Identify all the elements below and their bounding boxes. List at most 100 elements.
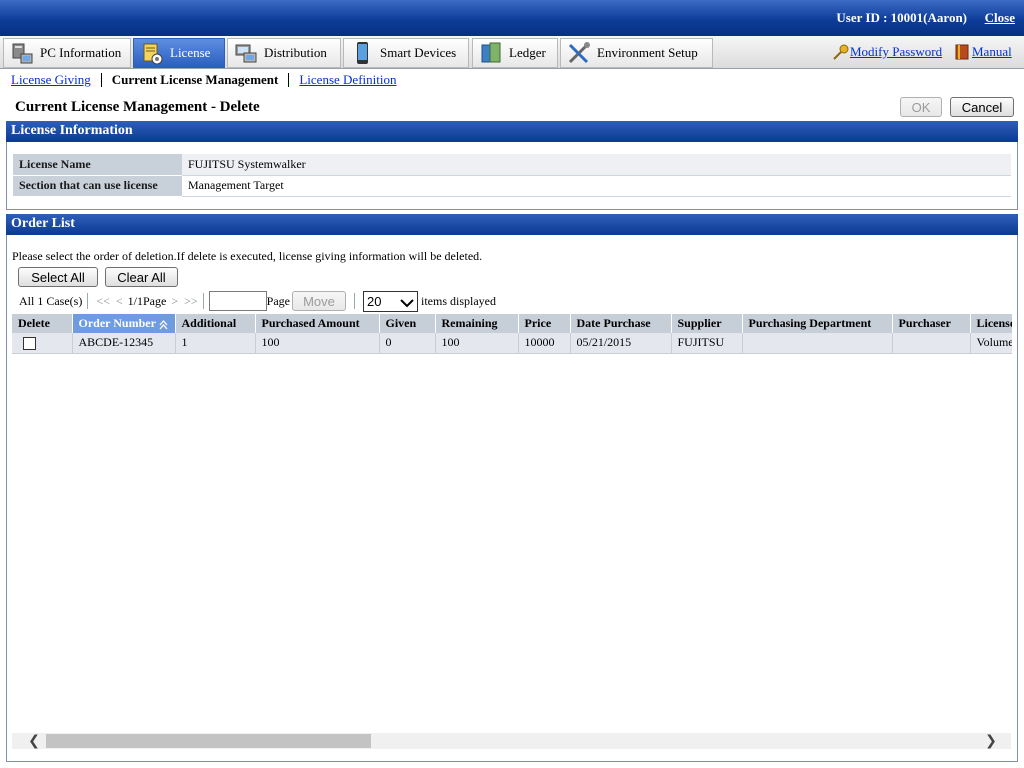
menu-label: Environment Setup [597,45,698,60]
purchased-amount-cell: 100 [255,333,380,354]
manual-area[interactable]: Manual [954,44,1012,60]
menu-label: Distribution [264,45,327,60]
license-name-value: FUJITSU Systemwalker [182,154,1011,176]
license-name-label: License Name [13,154,182,176]
menu-ledger[interactable]: Ledger [472,38,558,68]
menu-smart-devices[interactable]: Smart Devices [343,38,469,68]
license-definition-link[interactable]: License Definition [299,72,396,88]
given-cell: 0 [379,333,436,354]
menu-label: Ledger [509,45,546,60]
ok-button[interactable]: OK [900,97,942,117]
column-header-order-number[interactable]: Order Number [72,314,176,333]
items-per-page-value: 20 [366,293,382,309]
distribution-icon [234,41,258,65]
manual-link[interactable]: Manual [972,44,1012,60]
column-header-price[interactable]: Price [518,314,571,333]
page-label: Page [266,293,290,308]
divider [288,73,290,87]
sort-ascending-icon [159,319,168,330]
prev-page-link[interactable]: < [116,294,123,309]
modify-password-area[interactable]: Modify Password [832,44,942,60]
divider [353,293,355,309]
column-header-remaining[interactable]: Remaining [435,314,519,333]
column-header-purchaser[interactable]: Purchaser [892,314,971,333]
last-page-link[interactable]: >> [184,294,198,309]
move-button[interactable]: Move [291,291,346,311]
chevron-left-icon[interactable]: ❮ [24,733,44,749]
purchasing-department-cell [742,333,893,354]
sub-navigation: License Giving Current License Managemen… [11,72,396,88]
menu-label: Smart Devices [380,45,457,60]
pager: All 1 Case(s) << < 1/1Page > >> Page Mov… [19,290,496,312]
first-page-link[interactable]: << [96,294,110,309]
order-list-header: Order List [6,214,1018,235]
page-info: 1/1Page [127,293,167,308]
menu-environment-setup[interactable]: Environment Setup [560,38,713,68]
column-header-delete[interactable]: Delete [12,314,73,333]
price-cell: 10000 [518,333,571,354]
date-purchase-cell: 05/21/2015 [570,333,672,354]
clear-all-button[interactable]: Clear All [105,267,178,287]
info-row: Section that can use license Management … [13,175,1011,197]
user-id-label: User ID : 10001(Aaron) [836,10,967,25]
order-list-description: Please select the order of deletion.If d… [12,249,483,263]
order-grid: Delete Order Number Additional Purchased… [12,314,1012,354]
page-title: Current License Management - Delete [15,99,260,115]
menu-label: License [170,45,211,60]
page-number-input[interactable] [208,291,267,311]
order-number-cell: ABCDE-12345 [72,333,176,354]
key-icon [832,44,850,60]
supplier-cell: FUJITSU [671,333,743,354]
license-giving-link[interactable]: License Giving [11,72,91,88]
cancel-button[interactable]: Cancel [950,97,1014,117]
column-header-license[interactable]: License [970,314,1012,333]
horizontal-scrollbar[interactable]: ❮ ❯ [12,733,1011,749]
remaining-cell: 100 [435,333,519,354]
pc-icon [10,41,34,65]
divider [100,73,102,87]
menu-bar: PC Information License Distribution Smar… [0,36,1024,69]
next-page-link[interactable]: > [171,294,178,309]
select-all-button[interactable]: Select All [18,267,98,287]
column-header-given[interactable]: Given [379,314,436,333]
items-displayed-label: items displayed [420,293,496,308]
menu-license[interactable]: License [133,38,225,68]
section-label: Section that can use license [13,175,182,197]
divider [87,293,89,309]
column-header-label: Order Number [78,316,156,330]
column-header-additional[interactable]: Additional [175,314,256,333]
chevron-down-icon [400,296,414,308]
delete-cell [12,333,73,354]
tools-icon [567,41,591,65]
info-row: License Name FUJITSU Systemwalker [13,154,1011,176]
column-header-supplier[interactable]: Supplier [671,314,743,333]
column-header-purchasing-department[interactable]: Purchasing Department [742,314,893,333]
items-per-page-select[interactable]: 20 [362,290,418,312]
modify-password-link[interactable]: Modify Password [850,44,942,60]
menu-label: PC Information [40,45,122,60]
license-information-header: License Information [6,121,1018,142]
close-link[interactable]: Close [985,10,1015,26]
additional-cell: 1 [175,333,256,354]
ledger-icon [479,41,503,65]
book-icon [954,44,972,60]
top-bar: User ID : 10001(Aaron) Close [0,0,1024,36]
table-row: ABCDE-12345 1 100 0 100 10000 05/21/2015… [12,333,1012,354]
scrollbar-thumb[interactable] [46,734,371,748]
column-header-date-purchase[interactable]: Date Purchase [570,314,672,333]
license-cell: Volume [970,333,1012,354]
license-information-table: License Name FUJITSU Systemwalker Sectio… [13,154,1011,197]
menu-distribution[interactable]: Distribution [227,38,341,68]
delete-checkbox[interactable] [23,337,36,350]
menu-pc-information[interactable]: PC Information [3,38,131,68]
purchaser-cell [892,333,971,354]
column-header-purchased-amount[interactable]: Purchased Amount [255,314,380,333]
smartphone-icon [350,41,374,65]
current-license-management-label: Current License Management [111,72,279,87]
section-value: Management Target [182,175,1011,197]
license-icon [140,41,164,65]
chevron-right-icon[interactable]: ❯ [981,733,1001,749]
grid-header-row: Delete Order Number Additional Purchased… [12,314,1012,333]
case-count: All 1 Case(s) [19,293,83,308]
divider [202,293,204,309]
